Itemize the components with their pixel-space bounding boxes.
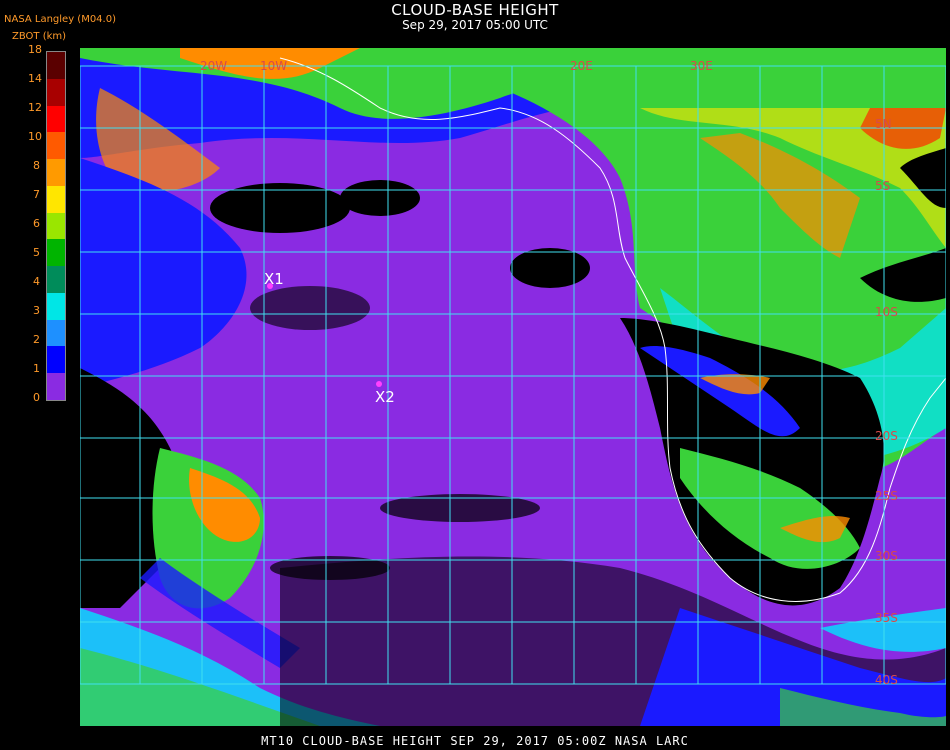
colorbar-segment — [47, 373, 65, 401]
marker-label: X2 — [375, 388, 395, 406]
colorbar-tick-label: 0 — [33, 391, 40, 404]
colorbar-segment — [47, 185, 65, 214]
coord-label: 5S — [875, 179, 890, 193]
map-timestamp: Sep 29, 2017 05:00 UTC — [402, 18, 548, 32]
marker-label: X1 — [264, 270, 284, 288]
coord-label: 10S — [875, 305, 898, 319]
coord-label: 20S — [875, 429, 898, 443]
colorbar-segment — [47, 78, 65, 107]
colorbar-segment — [47, 159, 65, 187]
colorbar-tick-label: 3 — [33, 304, 40, 317]
coord-label: 25S — [875, 489, 898, 503]
colorbar-tick-label: 5 — [33, 246, 40, 259]
colorbar-tick-label: 12 — [28, 101, 42, 114]
colorbar-segment — [47, 239, 65, 267]
colorbar-tick-label: 8 — [33, 159, 40, 172]
coord-label: 20W — [200, 59, 227, 73]
colorbar-tick-label: 2 — [33, 333, 40, 346]
colorbar-tick-label: 7 — [33, 188, 40, 201]
cloud-base-map: 20W 10W 20E 30E 5N 5S 10S 20S 25S 30S 35… — [80, 48, 946, 726]
coord-label: 30S — [875, 549, 898, 563]
marker-point — [376, 381, 382, 387]
coord-label: 40S — [875, 673, 898, 687]
colorbar — [46, 51, 66, 401]
colorbar-segment — [47, 319, 65, 347]
coord-label: 10W — [260, 59, 287, 73]
colorbar-segment — [47, 52, 65, 80]
colorbar-tick-label: 18 — [28, 43, 42, 56]
map-title: CLOUD-BASE HEIGHT — [391, 1, 559, 19]
colorbar-tick-label: 6 — [33, 217, 40, 230]
colorbar-segment — [47, 212, 65, 240]
colorbar-segment — [47, 346, 65, 374]
colorbar-segment — [47, 292, 65, 321]
footer-caption: MT10 CLOUD-BASE HEIGHT SEP 29, 2017 05:0… — [261, 734, 689, 748]
colorbar-tick-label: 10 — [28, 130, 42, 143]
marker-x1: X1 — [264, 270, 284, 289]
colorbar-tick-label: 14 — [28, 72, 42, 85]
coord-label: 20E — [570, 59, 593, 73]
coord-label: 30E — [690, 59, 713, 73]
colorbar-segment — [47, 105, 65, 133]
colorbar-segment — [47, 266, 65, 294]
colorbar-segment — [47, 132, 65, 160]
source-label: NASA Langley (M04.0) — [4, 14, 116, 25]
colorbar-units: ZBOT (km) — [12, 31, 67, 42]
colorbar-tick-label: 1 — [33, 362, 40, 375]
coord-label: 5N — [875, 117, 892, 131]
coord-label: 35S — [875, 611, 898, 625]
colorbar-tick-label: 4 — [33, 275, 40, 288]
